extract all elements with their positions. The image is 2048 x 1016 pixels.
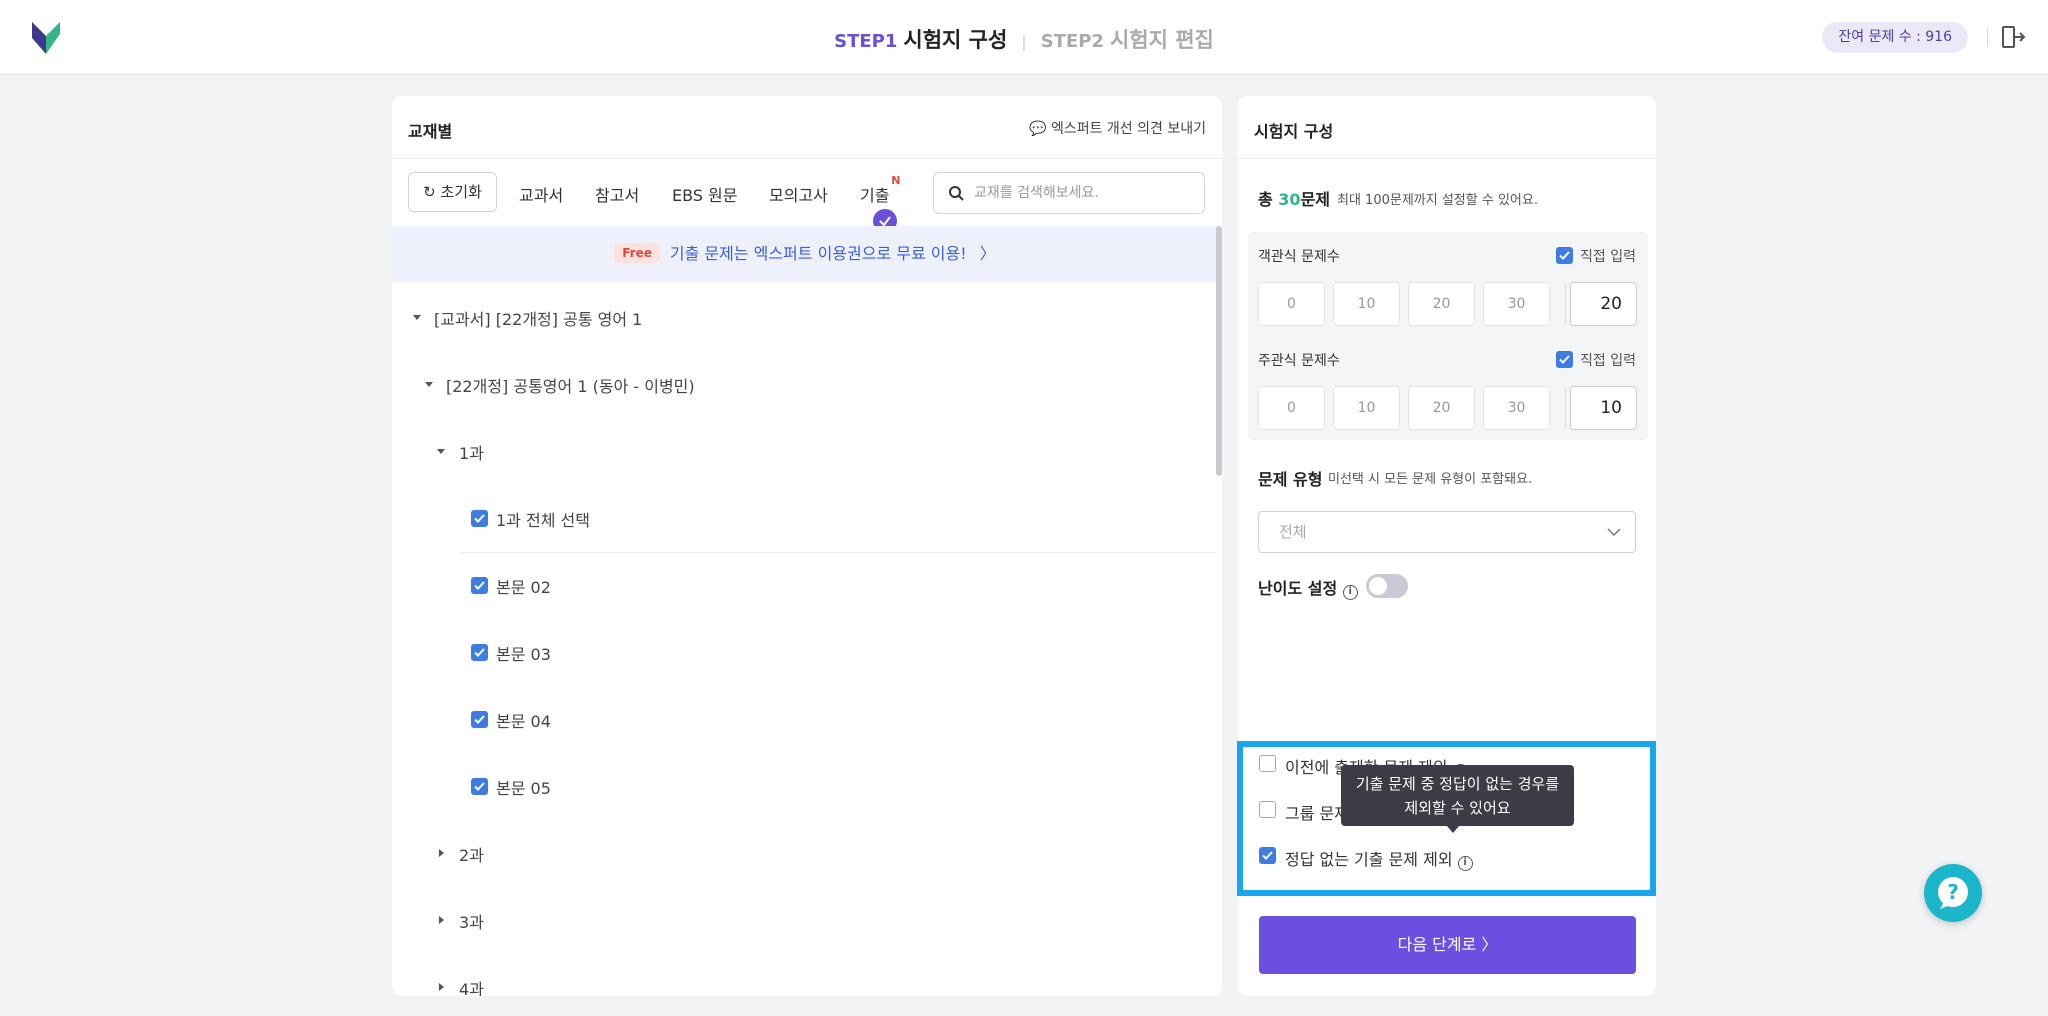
objective-option[interactable]: 10 bbox=[1333, 282, 1400, 326]
step2-key: STEP2 bbox=[1040, 31, 1104, 52]
difficulty-label: 난이도 설정 bbox=[1258, 579, 1338, 598]
textbook-panel-title: 교재별 bbox=[408, 122, 453, 141]
tab-reference-book[interactable]: 참고서 bbox=[595, 182, 639, 206]
info-icon[interactable]: i bbox=[1342, 585, 1358, 600]
tree-root[interactable]: [교과서] [22개정] 공통 영어 1 bbox=[434, 306, 642, 330]
question-type-note: 미선택 시 모든 문제 유형이 포함돼요. bbox=[1328, 472, 1533, 487]
step-separator: | bbox=[1021, 32, 1027, 51]
total-note: 최대 100문제까지 설정할 수 있어요. bbox=[1337, 193, 1538, 208]
direct-input-label: 직접 입력 bbox=[1580, 249, 1636, 265]
question-type-select[interactable]: 전체 bbox=[1258, 511, 1636, 553]
subjective-option[interactable]: 0 bbox=[1258, 386, 1325, 430]
checkbox-subjective-direct[interactable] bbox=[1556, 351, 1573, 368]
subjective-count-input[interactable]: 10 bbox=[1570, 386, 1637, 430]
next-step-button[interactable]: 다음 단계로 〉 bbox=[1259, 916, 1636, 974]
caret-right-icon[interactable] bbox=[439, 916, 444, 924]
total-suffix: 문제 bbox=[1300, 190, 1331, 209]
total-number: 30 bbox=[1278, 190, 1301, 209]
exam-config-title: 시험지 구성 bbox=[1254, 122, 1334, 141]
tab-textbook[interactable]: 교과서 bbox=[519, 182, 563, 206]
total-count: 총 30문제 bbox=[1258, 186, 1330, 210]
tree-lesson-4[interactable]: 4과 bbox=[459, 976, 484, 996]
textbook-panel: 교재별 💬 엑스퍼트 개선 의견 보내기 ↻ 초기화 교과서 참고서 EBS 원… bbox=[392, 96, 1222, 996]
divider bbox=[1238, 158, 1656, 159]
objective-option[interactable]: 30 bbox=[1483, 282, 1550, 326]
feedback-link[interactable]: 💬 엑스퍼트 개선 의견 보내기 bbox=[1029, 118, 1206, 138]
promo-text: 기출 문제는 엑스퍼트 이용권으로 무료 이용! bbox=[669, 244, 967, 263]
subjective-option[interactable]: 10 bbox=[1333, 386, 1400, 430]
objective-option[interactable]: 0 bbox=[1258, 282, 1325, 326]
header-divider bbox=[1987, 28, 1988, 46]
top-bar: STEP1 시험지 구성 | STEP2 시험지 편집 잔여 문제 수 : 916 bbox=[0, 0, 2048, 75]
difficulty-setting: 난이도 설정 i bbox=[1258, 575, 1358, 600]
checkbox-item[interactable] bbox=[471, 577, 488, 594]
search-icon bbox=[949, 186, 964, 201]
chevron-right-icon: 〉 bbox=[979, 244, 996, 263]
caret-right-icon[interactable] bbox=[439, 849, 444, 857]
caret-down-icon[interactable] bbox=[425, 382, 433, 387]
toggle-knob bbox=[1369, 577, 1387, 595]
checkbox-objective-direct[interactable] bbox=[1556, 247, 1573, 264]
checkbox-item[interactable] bbox=[471, 711, 488, 728]
checkbox-item[interactable] bbox=[471, 644, 488, 661]
objective-direct-input-toggle[interactable]: 직접 입력 bbox=[1556, 246, 1636, 266]
chat-help-button[interactable]: ? bbox=[1924, 864, 1982, 922]
tree-lesson-2[interactable]: 2과 bbox=[459, 842, 484, 866]
refresh-icon: ↻ bbox=[423, 183, 436, 201]
tab-ebs-original[interactable]: EBS 원문 bbox=[672, 182, 738, 206]
objective-option[interactable]: 20 bbox=[1408, 282, 1475, 326]
tab-past-exam[interactable]: 기출 N bbox=[860, 174, 900, 206]
question-type-value: 전체 bbox=[1279, 523, 1307, 541]
help-chat-icon: ? bbox=[1938, 877, 1968, 909]
tab-past-exam-label: 기출 bbox=[860, 186, 890, 205]
tree-lesson1-all-label[interactable]: 1과 전체 선택 bbox=[496, 507, 590, 531]
tree-lesson-1[interactable]: 1과 bbox=[459, 440, 484, 464]
search-input[interactable] bbox=[974, 181, 1194, 205]
checkbox-lesson1-all[interactable] bbox=[471, 510, 488, 527]
subjective-option[interactable]: 30 bbox=[1483, 386, 1550, 430]
divider bbox=[1565, 387, 1566, 429]
logout-icon[interactable] bbox=[2000, 24, 2026, 50]
tree-lesson-3[interactable]: 3과 bbox=[459, 909, 484, 933]
caret-right-icon[interactable] bbox=[439, 983, 444, 991]
direct-input-label: 직접 입력 bbox=[1580, 353, 1636, 369]
scrollbar[interactable] bbox=[1216, 226, 1222, 476]
subjective-direct-input-toggle[interactable]: 직접 입력 bbox=[1556, 350, 1636, 370]
caret-down-icon[interactable] bbox=[413, 315, 421, 320]
caret-down-icon[interactable] bbox=[437, 449, 445, 454]
step2-title: 시험지 편집 bbox=[1109, 28, 1214, 52]
highlight-box bbox=[1237, 741, 1656, 896]
svg-text:?: ? bbox=[1947, 880, 1959, 904]
tree-book[interactable]: [22개정] 공통영어 1 (동아 - 이병민) bbox=[446, 373, 695, 397]
divider bbox=[392, 158, 1222, 159]
tree-item-label[interactable]: 본문 04 bbox=[496, 708, 551, 732]
step-indicator: STEP1 시험지 구성 | STEP2 시험지 편집 bbox=[0, 24, 2048, 54]
new-badge: N bbox=[891, 174, 901, 187]
promo-banner[interactable]: Free 기출 문제는 엑스퍼트 이용권으로 무료 이용! 〉 bbox=[392, 226, 1218, 282]
divider bbox=[1565, 283, 1566, 325]
reset-button[interactable]: ↻ 초기화 bbox=[408, 172, 497, 212]
tree-item-label[interactable]: 본문 02 bbox=[496, 574, 551, 598]
tree-item-label[interactable]: 본문 05 bbox=[496, 775, 551, 799]
subjective-count-label: 주관식 문제수 bbox=[1258, 353, 1340, 369]
divider bbox=[461, 552, 1216, 553]
total-prefix: 총 bbox=[1258, 190, 1279, 209]
objective-count-input[interactable]: 20 bbox=[1570, 282, 1637, 326]
question-type-title: 문제 유형 bbox=[1258, 470, 1323, 489]
difficulty-toggle[interactable] bbox=[1366, 574, 1408, 598]
objective-count-label: 객관식 문제수 bbox=[1258, 249, 1340, 265]
subjective-option[interactable]: 20 bbox=[1408, 386, 1475, 430]
chevron-down-icon bbox=[1607, 528, 1621, 537]
tree-item-label[interactable]: 본문 03 bbox=[496, 641, 551, 665]
checkbox-item[interactable] bbox=[471, 778, 488, 795]
free-badge: Free bbox=[614, 243, 660, 263]
remaining-count-badge: 잔여 문제 수 : 916 bbox=[1822, 22, 1968, 53]
step1-key: STEP1 bbox=[834, 31, 898, 52]
step1-title: 시험지 구성 bbox=[903, 28, 1008, 52]
reset-label: 초기화 bbox=[440, 183, 482, 201]
question-count-box: 객관식 문제수 직접 입력 0 10 20 30 20 주관식 문제수 직접 입… bbox=[1248, 232, 1648, 440]
tab-mock-exam[interactable]: 모의고사 bbox=[769, 182, 828, 206]
textbook-search[interactable] bbox=[933, 172, 1205, 214]
